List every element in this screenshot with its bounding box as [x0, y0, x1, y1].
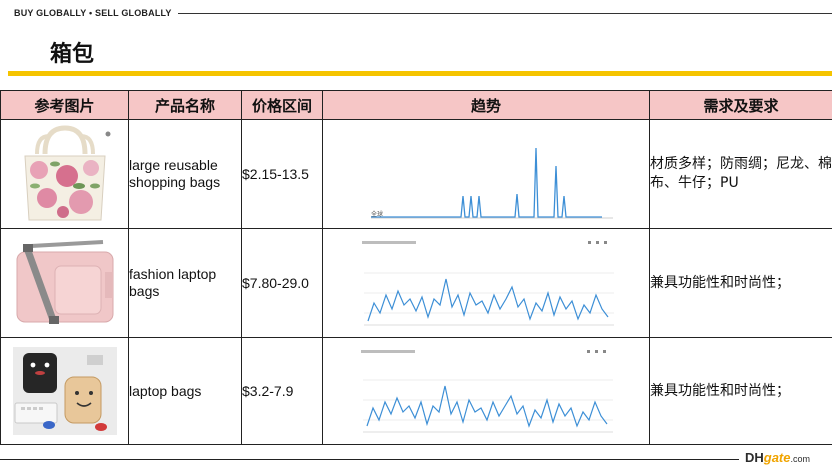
trend-chart-weekly: [351, 342, 621, 440]
trend-chart-spikes: 全球: [351, 122, 621, 226]
product-name: laptop bags: [128, 337, 242, 445]
floral-tote-bag-image: [23, 125, 110, 221]
page-title: 箱包: [50, 42, 95, 67]
trend-chart-cell: 全球: [322, 119, 650, 229]
table-row: laptop bags $3.2-7.9 兼具功能性和时尚性；: [0, 337, 832, 445]
column-header-name: 产品名称: [128, 90, 242, 120]
tagline: BUY GLOBALLY • SELL GLOBALLY: [14, 8, 172, 18]
product-image-cell: [0, 337, 129, 445]
column-header-price: 价格区间: [241, 90, 323, 120]
requirement-text: 兼具功能性和时尚性；: [649, 337, 832, 445]
requirement-text: 材质多样；防雨绸；尼龙、棉布、牛仔；PU: [649, 119, 832, 229]
dhgate-logo: DHgate.com: [744, 450, 810, 465]
table-row: fashion laptop bags $7.80-29.0 兼具功能性和时尚性: [0, 228, 832, 338]
price-range: $2.15-13.5: [241, 119, 323, 229]
accent-bar: [8, 71, 832, 76]
product-image-cell: [0, 119, 129, 229]
column-header-trend: 趋势: [322, 90, 650, 120]
product-name: fashion laptop bags: [128, 228, 242, 338]
requirement-text: 兼具功能性和时尚性；: [649, 228, 832, 338]
bottom-divider: [0, 459, 739, 460]
cartoon-laptop-bag-image: [12, 347, 117, 435]
price-range: $7.80-29.0: [241, 228, 323, 338]
product-name: large reusable shopping bags: [128, 119, 242, 229]
column-header-image: 参考图片: [0, 90, 129, 120]
pink-laptop-sleeve-image: [16, 240, 113, 324]
product-image-cell: [0, 228, 129, 338]
price-range: $3.2-7.9: [241, 337, 323, 445]
trend-chart-cell: [322, 337, 650, 445]
table-header-row: 参考图片 产品名称 价格区间 趋势 需求及要求: [0, 90, 832, 120]
column-header-requirement: 需求及要求: [649, 90, 832, 120]
trend-region-label: 全球: [371, 210, 383, 218]
product-table: 参考图片 产品名称 价格区间 趋势 需求及要求 large reusable s…: [0, 90, 832, 445]
trend-chart-weekly: [350, 233, 622, 333]
table-row: large reusable shopping bags $2.15-13.5 …: [0, 119, 832, 229]
trend-chart-cell: [322, 228, 650, 338]
top-divider: [178, 13, 832, 14]
